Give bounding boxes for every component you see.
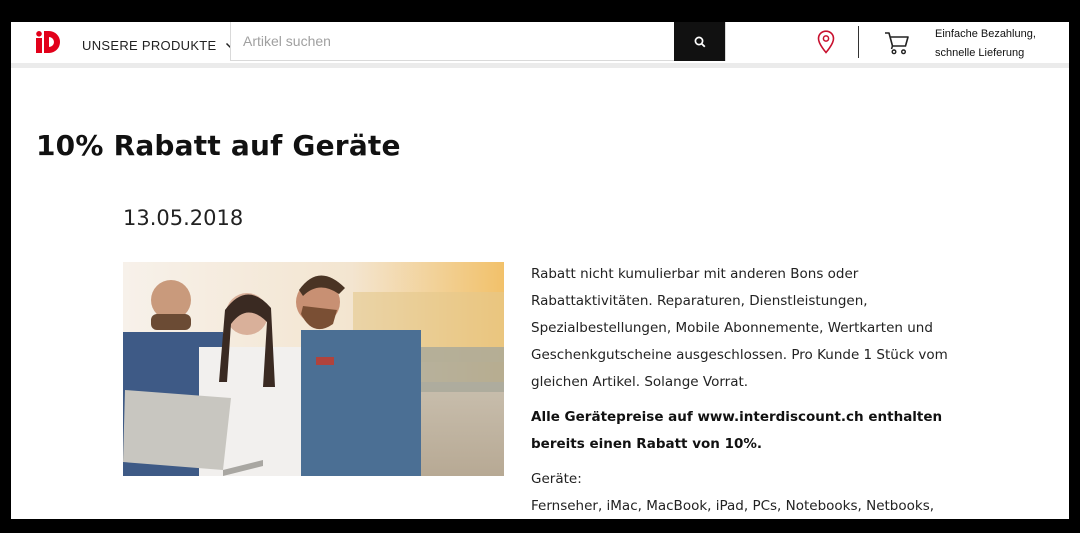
promo-photo — [123, 262, 504, 476]
article-date: 13.05.2018 — [123, 206, 244, 230]
search-bar — [230, 22, 726, 61]
products-menu-label: UNSERE PRODUKTE — [82, 37, 217, 53]
search-icon — [694, 36, 705, 47]
devices-list: Fernseher, iMac, MacBook, iPad, PCs, Not… — [531, 498, 935, 514]
location-pin-icon[interactable] — [817, 30, 835, 54]
cart-icon[interactable] — [884, 31, 910, 55]
page-title: 10% Rabatt auf Geräte — [36, 129, 401, 162]
brand-logo[interactable] — [36, 31, 60, 53]
site-header: UNSERE PRODUKTE Ei — [11, 22, 1069, 68]
page: UNSERE PRODUKTE Ei — [11, 22, 1069, 519]
search-button[interactable] — [674, 22, 725, 61]
tagline-line-1: Einfache Bezahlung, — [935, 28, 1036, 40]
devices-heading: Geräte: — [531, 471, 582, 487]
header-divider — [858, 26, 859, 58]
terms-paragraph: Rabatt nicht kumulierbar mit anderen Bon… — [531, 266, 948, 390]
article-body: Rabatt nicht kumulierbar mit anderen Bon… — [531, 261, 981, 519]
products-menu[interactable]: UNSERE PRODUKTE — [82, 34, 236, 56]
search-input[interactable] — [231, 22, 674, 60]
tagline-line-2: schnelle Lieferung — [935, 47, 1025, 59]
price-note: Alle Gerätepreise auf www.interdiscount.… — [531, 409, 943, 452]
header-tagline: Einfache Bezahlung, schnelle Lieferung — [935, 25, 1065, 63]
